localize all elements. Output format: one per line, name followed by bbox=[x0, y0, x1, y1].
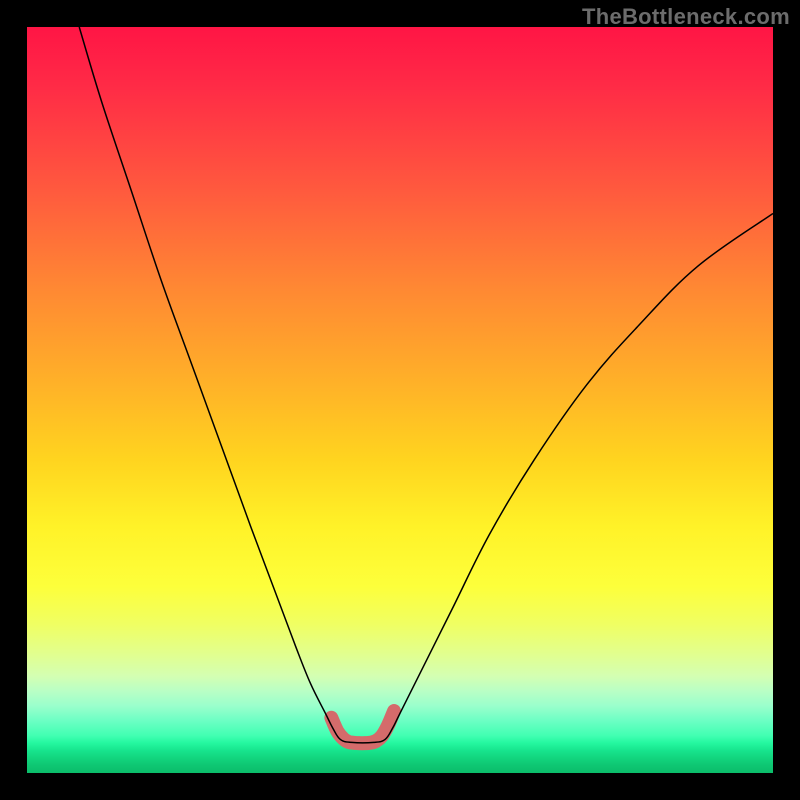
curve-layer bbox=[27, 27, 773, 773]
plot-area bbox=[27, 27, 773, 773]
chart-frame: TheBottleneck.com bbox=[0, 0, 800, 800]
main-curve bbox=[79, 27, 773, 743]
watermark-text: TheBottleneck.com bbox=[582, 4, 790, 30]
marked-flat-region bbox=[331, 711, 394, 743]
